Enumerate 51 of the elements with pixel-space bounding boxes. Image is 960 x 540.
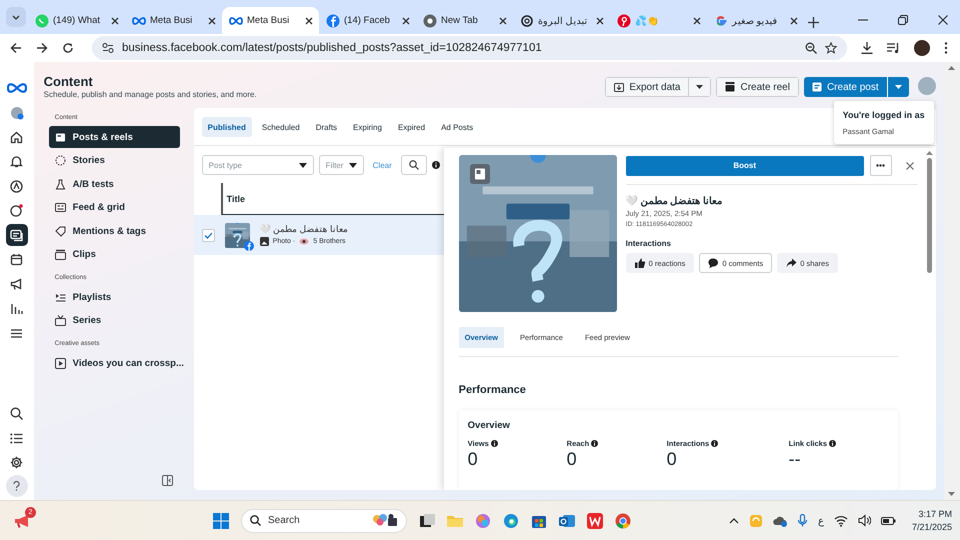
- content-tab[interactable]: Published: [202, 117, 252, 137]
- content-tab[interactable]: Ad Posts: [435, 117, 480, 137]
- action-button[interactable]: Create reel: [716, 77, 799, 97]
- sidebar-item[interactable]: Stories: [48, 149, 180, 172]
- content-tab[interactable]: Expired: [392, 117, 432, 137]
- input-language[interactable]: ع: [818, 514, 824, 526]
- post-title: معانا هتفضل مطمن 🤍: [626, 195, 723, 207]
- section-heading: Interactions: [626, 239, 672, 248]
- url-text: business.facebook.com/latest/posts/published_posts?asset_id=102824674977101: [122, 42, 543, 54]
- metric-value: 0: [468, 449, 479, 470]
- sidebar-item[interactable]: Posts & reels: [48, 126, 180, 148]
- page-subtitle: Schedule, publish and manage posts and stories, and more.: [44, 90, 257, 99]
- tab-title: فيديو صغير: [732, 14, 778, 26]
- boost-button[interactable]: Boost: [626, 156, 864, 176]
- metric-value: --: [788, 449, 802, 470]
- clear-link[interactable]: Clear: [372, 160, 392, 170]
- post-title: معانا هتفضل مطمن 🤍: [260, 224, 348, 234]
- tab-title: 💦👏: [635, 14, 659, 26]
- metric-value: 0: [566, 449, 578, 470]
- tab-title: New Tab: [441, 15, 478, 26]
- address-field[interactable]: business.facebook.com/latest/posts/published_posts?asset_id=102824674977101: [92, 36, 847, 60]
- browser-tab[interactable]: (149) What: [28, 7, 125, 34]
- browser-tab[interactable]: (14) Faceb: [319, 7, 416, 34]
- action-button[interactable]: Export data: [605, 77, 690, 97]
- content-tab[interactable]: Drafts: [310, 117, 344, 137]
- sidebar-item[interactable]: Series: [48, 309, 180, 332]
- metric-value: 0: [666, 449, 678, 470]
- popup-heading: You're logged in as: [842, 109, 925, 121]
- tab-title: Meta Busi: [247, 15, 290, 26]
- sidebar-item[interactable]: Clips: [48, 243, 180, 266]
- tab-title: (149) What: [53, 15, 100, 26]
- browser-tab[interactable]: Meta Busi: [125, 7, 222, 34]
- browser-tab[interactable]: New Tab: [416, 7, 513, 34]
- sidebar-item[interactable]: Playlists: [48, 286, 180, 309]
- action-button[interactable]: Create post: [804, 77, 887, 97]
- content-tab[interactable]: Scheduled: [256, 117, 306, 137]
- browser-tab[interactable]: تبديل البروة: [513, 7, 610, 34]
- browser-tab[interactable]: Meta Busi: [222, 7, 319, 34]
- page-title: Content: [44, 74, 94, 89]
- content-tab[interactable]: Expiring: [347, 117, 388, 137]
- tab-title: Meta Busi: [150, 15, 192, 26]
- tab-title: (14) Faceb: [344, 15, 390, 26]
- section-heading: Performance: [458, 384, 527, 396]
- taskbar-search[interactable]: Search: [241, 508, 407, 532]
- sidebar-item[interactable]: A/B tests: [48, 172, 180, 196]
- sidebar-item[interactable]: Mentions & tags: [48, 220, 180, 243]
- clock[interactable]: 3:17 PM 7/21/2025: [912, 508, 952, 534]
- sidebar-item[interactable]: Feed & grid: [48, 196, 180, 220]
- browser-tab[interactable]: فيديو صغير: [707, 7, 804, 34]
- tab-title: تبديل البروة: [538, 14, 588, 26]
- card-title: Overview: [468, 420, 511, 431]
